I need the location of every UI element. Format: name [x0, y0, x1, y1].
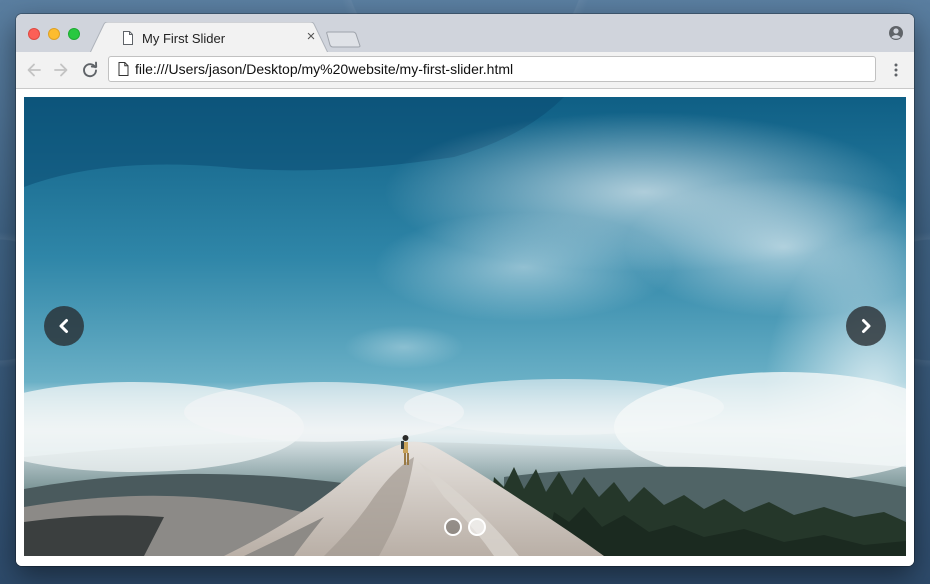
- chevron-right-icon: [862, 319, 871, 333]
- address-bar[interactable]: file:///Users/jason/Desktop/my%20website…: [108, 56, 876, 82]
- browser-toolbar: file:///Users/jason/Desktop/my%20website…: [16, 52, 914, 89]
- address-url[interactable]: file:///Users/jason/Desktop/my%20website…: [135, 61, 513, 77]
- close-window-button[interactable]: [28, 28, 40, 40]
- back-arrow-icon[interactable]: [25, 61, 43, 79]
- tab-strip: My First Slider ×: [16, 14, 914, 53]
- slide-indicator-dots: [444, 517, 488, 537]
- tab-title: My First Slider: [142, 31, 226, 46]
- previous-slide-button[interactable]: [44, 306, 84, 346]
- page-content: [16, 89, 914, 566]
- document-icon: [123, 31, 133, 45]
- profile-icon[interactable]: [888, 25, 904, 41]
- slide-image-mountain-hiker: [24, 97, 906, 556]
- vertical-dots-menu-icon[interactable]: [888, 62, 904, 78]
- chevron-left-icon: [59, 319, 68, 333]
- tab-close-icon[interactable]: ×: [303, 29, 319, 45]
- reload-icon[interactable]: [81, 61, 99, 79]
- next-slide-button[interactable]: [846, 306, 886, 346]
- browser-window: My First Slider × file:///Users/jason/De…: [16, 14, 914, 566]
- new-tab-button[interactable]: [326, 31, 362, 48]
- page-info-icon[interactable]: [118, 62, 129, 76]
- image-slider: [24, 97, 906, 556]
- tab-my-first-slider[interactable]: My First Slider ×: [90, 22, 328, 53]
- slide-dot-1[interactable]: [444, 518, 462, 536]
- slide-dot-2[interactable]: [468, 518, 486, 536]
- forward-arrow-icon[interactable]: [52, 61, 70, 79]
- maximize-window-button[interactable]: [68, 28, 80, 40]
- minimize-window-button[interactable]: [48, 28, 60, 40]
